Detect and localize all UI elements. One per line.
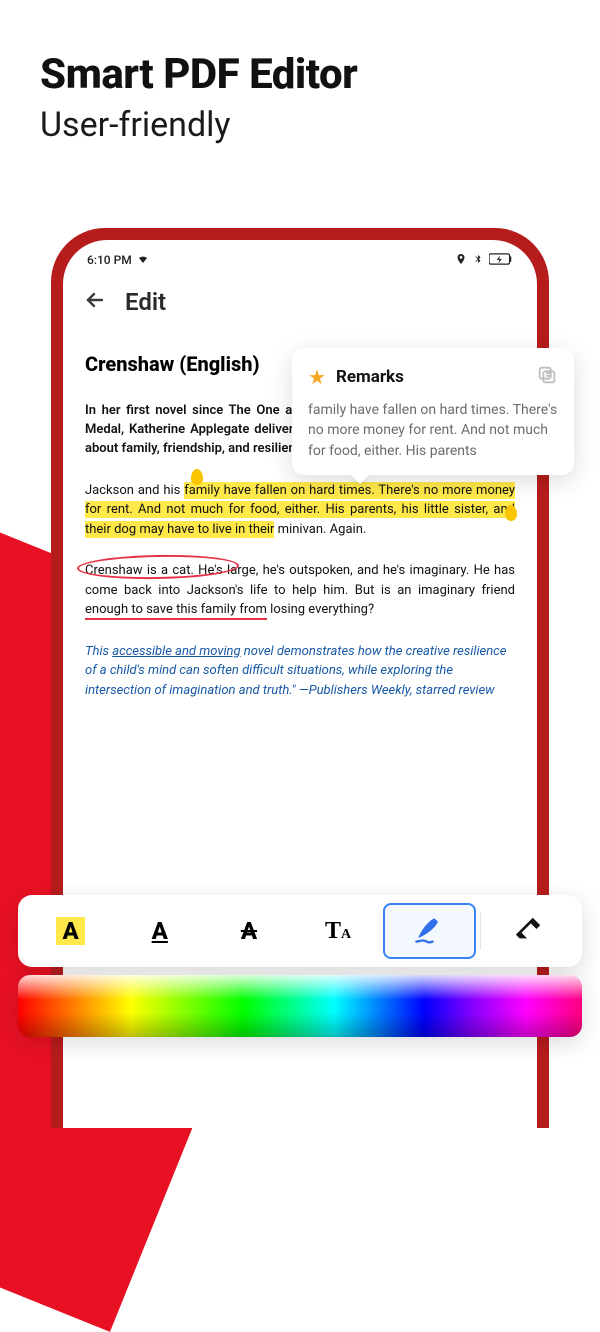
p3-d: losing everything?: [267, 602, 374, 617]
text-icon: TA: [325, 918, 351, 945]
remarks-title: Remarks: [336, 367, 526, 387]
underline-icon: A: [152, 917, 168, 945]
tool-text[interactable]: TA: [294, 903, 383, 959]
highlight-icon: A: [56, 917, 84, 945]
copy-icon[interactable]: [536, 364, 558, 390]
wifi-icon: [136, 253, 150, 268]
back-arrow-icon[interactable]: [83, 288, 107, 316]
highlight-handle-icon[interactable]: [505, 505, 517, 521]
p2-pre: Jackson and his: [85, 483, 184, 498]
battery-icon: [489, 253, 513, 268]
app-header: Edit: [63, 274, 537, 334]
status-bar: 6:10 PM: [63, 240, 537, 274]
tool-strikethrough[interactable]: A: [204, 903, 293, 959]
promo-block: Smart PDF Editor User-friendly: [40, 50, 357, 145]
p4-b: accessible and moving: [112, 644, 240, 659]
remarks-body: family have fallen on hard times. There'…: [308, 400, 558, 461]
annotation-toolbar: A A A TA: [18, 895, 582, 967]
pen-icon: [411, 911, 447, 951]
promo-title: Smart PDF Editor: [40, 50, 357, 99]
star-icon: ★: [308, 365, 326, 389]
promo-subtitle: User-friendly: [40, 105, 357, 145]
location-icon: [455, 252, 467, 269]
paragraph-4-quote: This accessible and moving novel demonst…: [85, 642, 515, 701]
tool-underline[interactable]: A: [115, 903, 204, 959]
toolbar-divider: [480, 912, 481, 950]
underline-annotation[interactable]: enough to save this family from: [85, 602, 267, 620]
p4-a: This: [85, 644, 112, 659]
highlight-handle-icon[interactable]: [191, 469, 203, 485]
tool-draw[interactable]: [383, 903, 476, 959]
color-picker-gradient[interactable]: [18, 975, 582, 1037]
status-time: 6:10 PM: [87, 253, 132, 267]
tool-highlight[interactable]: A: [26, 903, 115, 959]
paragraph-3: Crenshaw is a cat. He's large, he's outs…: [85, 561, 515, 620]
remarks-popup: ★ Remarks family have fallen on hard tim…: [292, 348, 574, 475]
p3-a: Crenshaw is a cat. He: [85, 563, 214, 578]
page-title: Edit: [125, 288, 166, 316]
tool-eraser[interactable]: [485, 903, 574, 959]
bluetooth-icon: [473, 252, 483, 269]
eraser-icon: [514, 914, 544, 948]
p2-post: minivan. Again.: [274, 522, 366, 537]
paragraph-2: Jackson and his family have fallen on ha…: [85, 481, 515, 540]
strikethrough-icon: A: [241, 917, 257, 945]
